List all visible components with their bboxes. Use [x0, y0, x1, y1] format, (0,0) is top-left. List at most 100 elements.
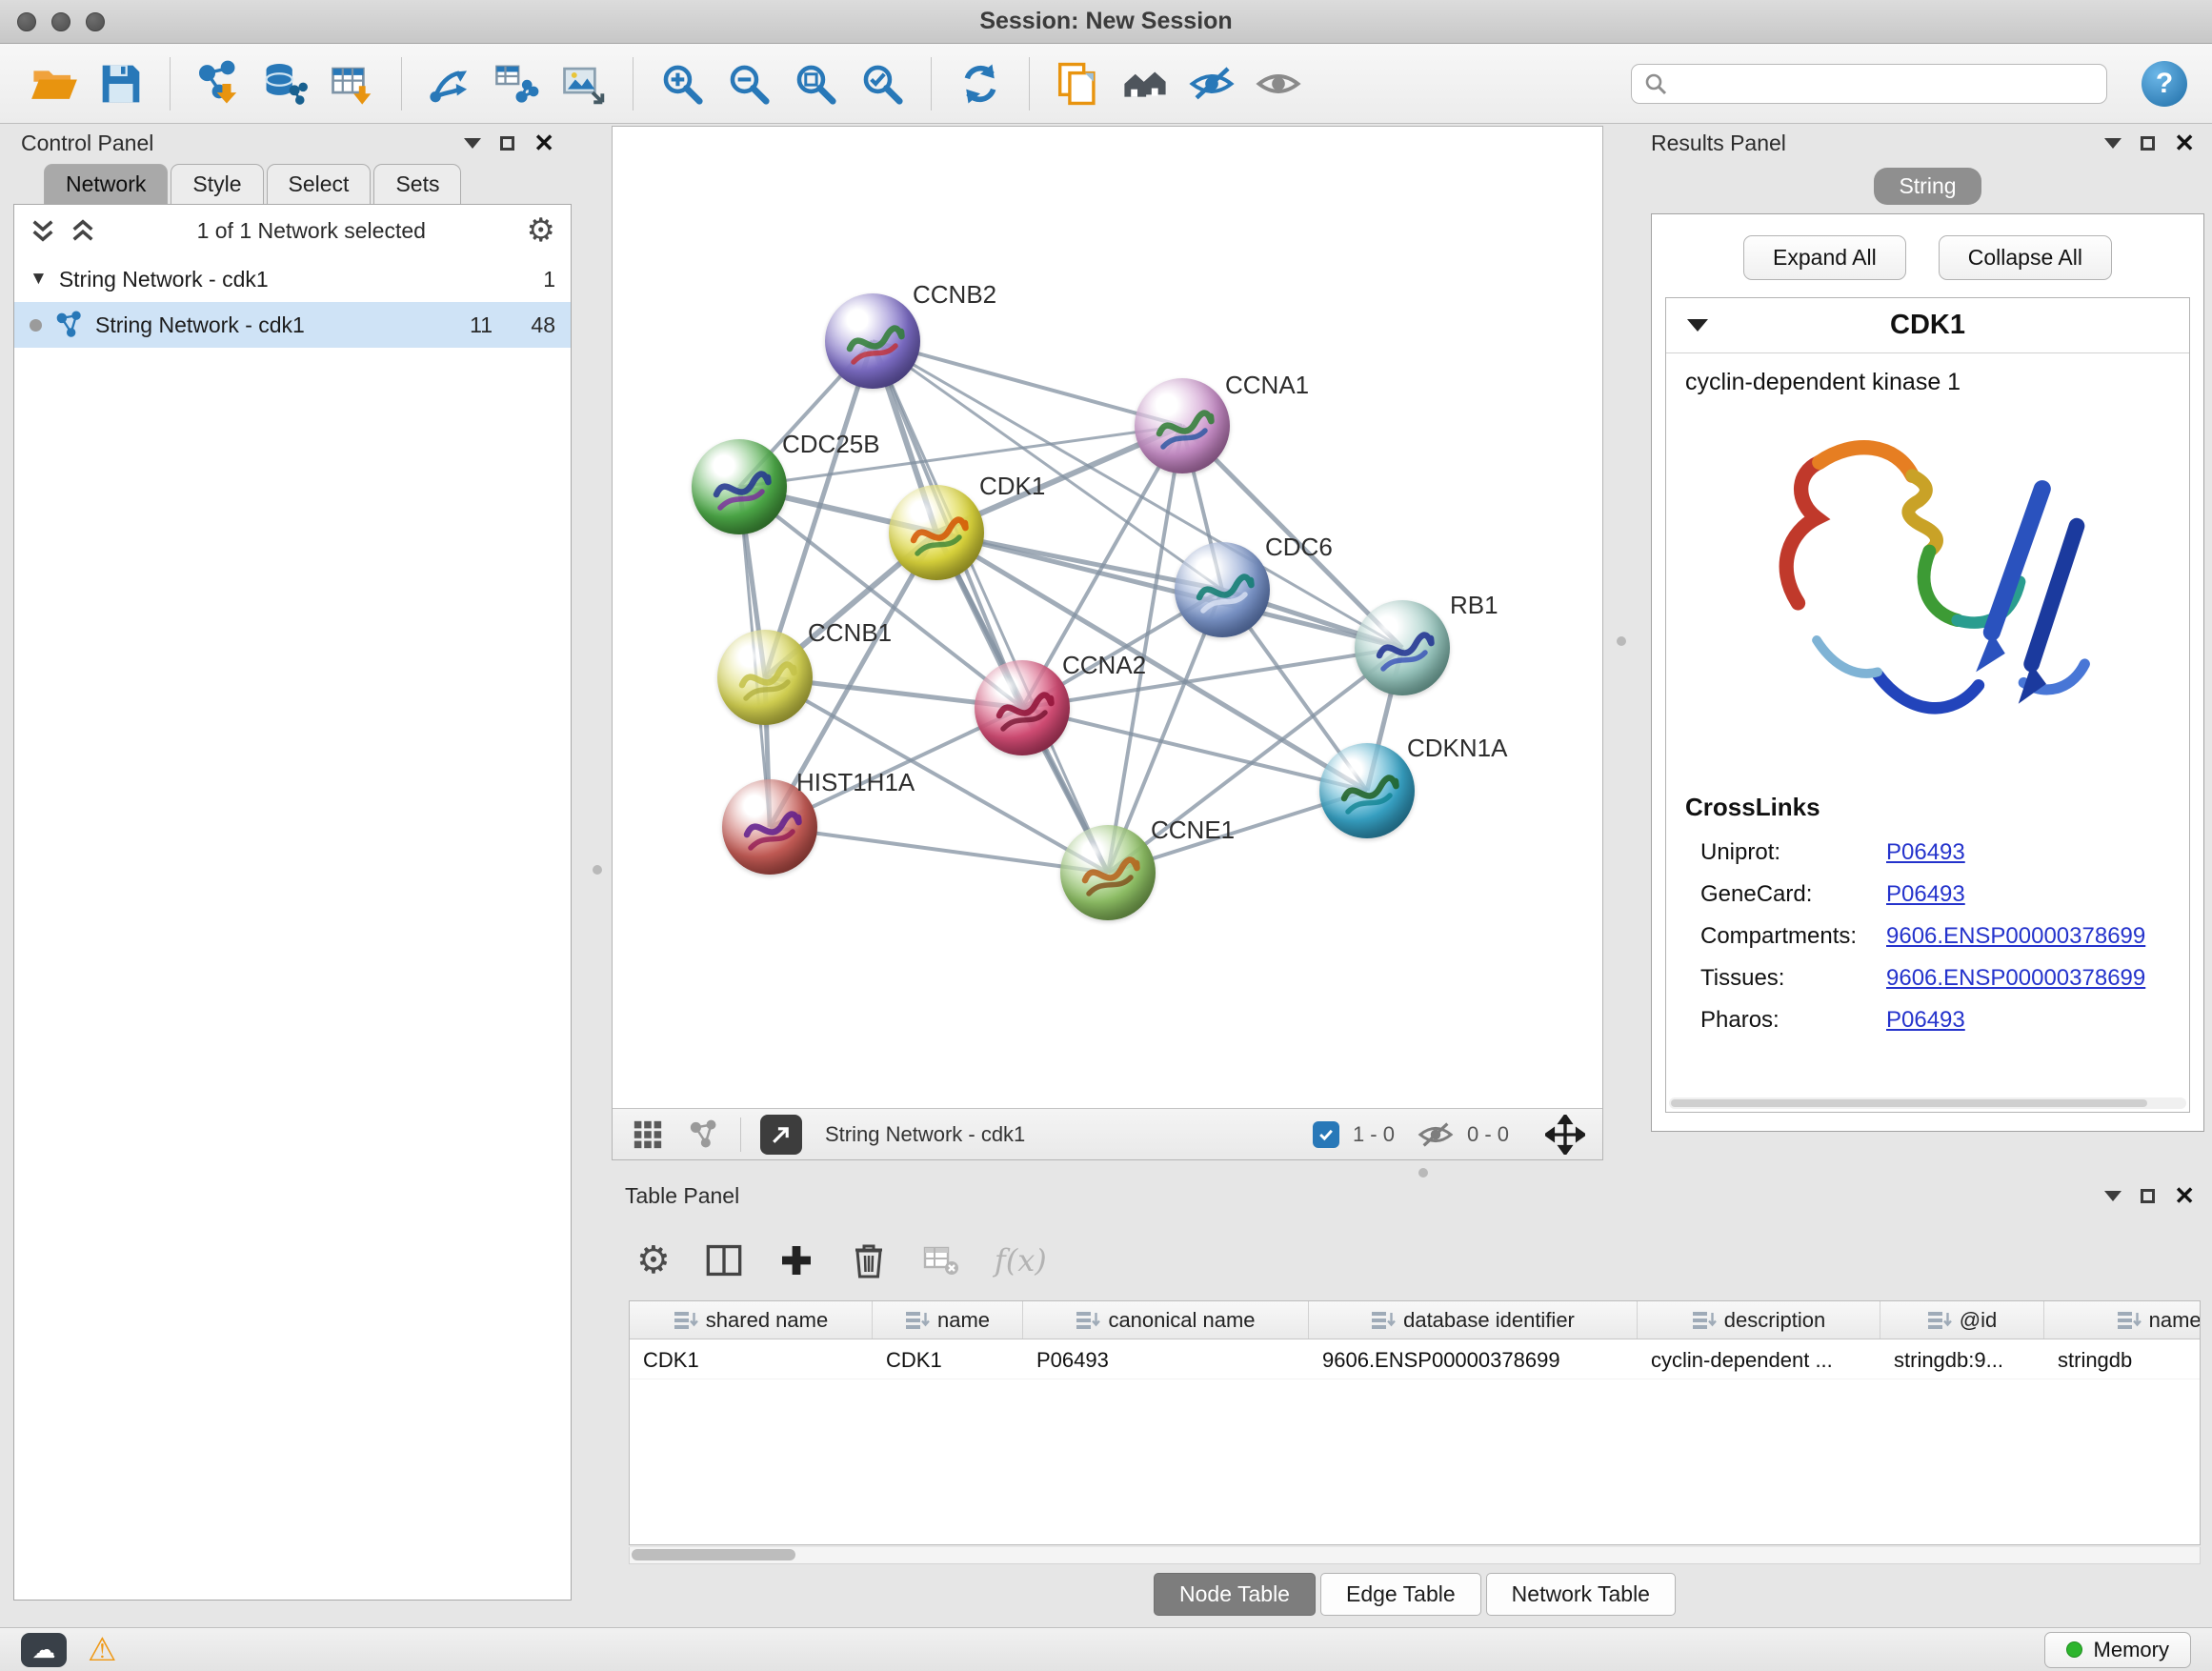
column-header-namespace[interactable]: namespace: [2044, 1301, 2201, 1339]
warning-icon[interactable]: ⚠: [88, 1634, 116, 1666]
open-session-button[interactable]: [25, 52, 84, 115]
table-horizontal-scrollbar[interactable]: [629, 1547, 2201, 1564]
panel-menu-icon[interactable]: [464, 138, 481, 149]
tree-expand-icon[interactable]: ▼: [30, 269, 48, 290]
crosslink-link[interactable]: P06493: [1886, 839, 1965, 866]
string-share-icon[interactable]: [685, 1118, 721, 1151]
search-box[interactable]: [1631, 64, 2107, 104]
window-minimize-button[interactable]: [51, 12, 70, 31]
window-titlebar[interactable]: Session: New Session: [0, 0, 2212, 44]
network-node-CDC6[interactable]: [1175, 542, 1270, 637]
panel-float-icon[interactable]: [2141, 1189, 2155, 1203]
panel-menu-icon[interactable]: [2104, 138, 2122, 149]
crosslink-link[interactable]: P06493: [1886, 1007, 1965, 1034]
table-tab-edge-table[interactable]: Edge Table: [1320, 1573, 1481, 1616]
expand-all-icon[interactable]: [70, 218, 96, 243]
add-column-icon[interactable]: [777, 1241, 815, 1279]
grid-view-icon[interactable]: [630, 1118, 666, 1151]
delete-trash-icon[interactable]: [850, 1241, 888, 1279]
network-node-CDC25B[interactable]: [692, 439, 787, 534]
column-header-database-identifier[interactable]: database identifier: [1309, 1301, 1638, 1339]
network-canvas[interactable]: CCNB2CCNA1CDC25BCDK1CDC6RB1CCNB1CCNA2CDK…: [613, 127, 1602, 1108]
control-panel-tab-sets[interactable]: Sets: [373, 164, 461, 204]
column-sort-icon[interactable]: [2117, 1310, 2142, 1331]
collapse-all-icon[interactable]: [30, 218, 56, 243]
network-item-row[interactable]: String Network - cdk1 11 48: [14, 302, 571, 348]
crosslink-link[interactable]: P06493: [1886, 881, 1965, 908]
collapse-section-icon[interactable]: [1687, 319, 1708, 332]
table-cell[interactable]: cyclin-dependent ...: [1638, 1339, 1880, 1379]
table-cell[interactable]: 9606.ENSP00000378699: [1309, 1339, 1638, 1379]
table-cell[interactable]: CDK1: [873, 1339, 1023, 1379]
control-panel-tab-style[interactable]: Style: [171, 164, 263, 204]
table-cell[interactable]: stringdb: [2044, 1339, 2201, 1379]
panel-menu-icon[interactable]: [2104, 1191, 2122, 1201]
zoom-in-button[interactable]: [653, 52, 712, 115]
network-node-CDK1[interactable]: [889, 485, 984, 580]
network-node-CCNA2[interactable]: [975, 660, 1070, 755]
show-columns-icon[interactable]: [705, 1241, 743, 1279]
column-header--id[interactable]: @id: [1880, 1301, 2044, 1339]
table-cell[interactable]: CDK1: [630, 1339, 873, 1379]
import-network-file-button[interactable]: [190, 52, 249, 115]
scrollbar-thumb[interactable]: [632, 1549, 795, 1560]
network-node-CCNA1[interactable]: [1135, 378, 1230, 473]
protein-section-header[interactable]: CDK1: [1666, 298, 2189, 353]
panel-close-icon[interactable]: ✕: [533, 131, 554, 155]
network-edge[interactable]: [770, 827, 1108, 873]
apply-layout-button[interactable]: [951, 52, 1010, 115]
string-results-tab[interactable]: String: [1874, 168, 1981, 205]
column-sort-icon[interactable]: [1927, 1310, 1952, 1331]
splitter-handle[interactable]: [1418, 1168, 1428, 1178]
column-sort-icon[interactable]: [1371, 1310, 1396, 1331]
export-image-button[interactable]: [554, 52, 613, 115]
network-node-CCNE1[interactable]: [1060, 825, 1156, 920]
column-sort-icon[interactable]: [1692, 1310, 1717, 1331]
save-session-button[interactable]: [91, 52, 151, 115]
window-zoom-button[interactable]: [86, 12, 105, 31]
scrollbar-thumb[interactable]: [1671, 1099, 2147, 1107]
import-network-database-button[interactable]: [256, 52, 315, 115]
column-header-description[interactable]: description: [1638, 1301, 1880, 1339]
column-header-shared-name[interactable]: shared name: [630, 1301, 873, 1339]
help-button[interactable]: ?: [2142, 61, 2187, 107]
network-node-RB1[interactable]: [1355, 600, 1450, 695]
column-header-name[interactable]: name: [873, 1301, 1023, 1339]
table-cell[interactable]: P06493: [1023, 1339, 1309, 1379]
control-panel-tab-select[interactable]: Select: [267, 164, 372, 204]
network-node-CCNB1[interactable]: [717, 630, 813, 725]
table-tab-node-table[interactable]: Node Table: [1154, 1573, 1316, 1616]
table-row[interactable]: CDK1CDK1P064939606.ENSP00000378699cyclin…: [630, 1339, 2200, 1379]
network-node-CDKN1A[interactable]: [1319, 743, 1415, 838]
panel-float-icon[interactable]: [500, 136, 514, 151]
home-button[interactable]: [1116, 52, 1175, 115]
zoom-fit-button[interactable]: [786, 52, 845, 115]
results-horizontal-scrollbar[interactable]: [1669, 1097, 2186, 1109]
zoom-selected-button[interactable]: [853, 52, 912, 115]
control-panel-tab-network[interactable]: Network: [44, 164, 168, 204]
expand-all-button[interactable]: Expand All: [1743, 235, 1906, 280]
column-sort-icon[interactable]: [674, 1310, 698, 1331]
window-close-button[interactable]: [17, 12, 36, 31]
graphics-details-button[interactable]: [1049, 52, 1108, 115]
column-sort-icon[interactable]: [1076, 1310, 1100, 1331]
table-settings-gear-icon[interactable]: ⚙: [636, 1241, 671, 1279]
crosslink-link[interactable]: 9606.ENSP00000378699: [1886, 965, 2145, 992]
splitter-handle[interactable]: [1617, 636, 1626, 646]
collapse-all-button[interactable]: Collapse All: [1939, 235, 2112, 280]
panel-close-icon[interactable]: ✕: [2174, 131, 2195, 155]
move-crosshair-icon[interactable]: [1545, 1115, 1585, 1155]
hide-selected-button[interactable]: [1182, 52, 1241, 115]
splitter-handle[interactable]: [593, 865, 602, 875]
new-network-from-selection-button[interactable]: [421, 52, 480, 115]
import-table-file-button[interactable]: [323, 52, 382, 115]
search-input[interactable]: [1678, 71, 2095, 96]
show-all-button[interactable]: [1249, 52, 1308, 115]
zoom-out-button[interactable]: [719, 52, 778, 115]
network-collection-row[interactable]: ▼ String Network - cdk1 1: [14, 256, 571, 302]
panel-float-icon[interactable]: [2141, 136, 2155, 151]
table-cell[interactable]: stringdb:9...: [1880, 1339, 2044, 1379]
birdseye-toggle-button[interactable]: [760, 1115, 802, 1155]
crosslink-link[interactable]: 9606.ENSP00000378699: [1886, 923, 2145, 950]
panel-close-icon[interactable]: ✕: [2174, 1183, 2195, 1208]
